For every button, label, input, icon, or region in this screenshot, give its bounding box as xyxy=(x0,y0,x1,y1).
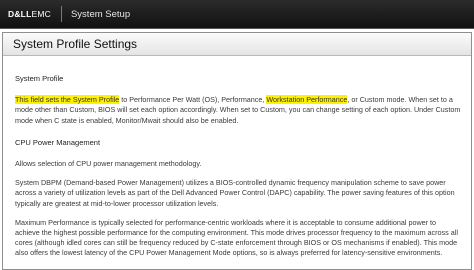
system-profile-text-1: to Performance Per Watt (OS), Performanc… xyxy=(119,95,267,105)
brand-emc-text: EMC xyxy=(31,9,51,19)
cpu-power-max-performance: Maximum Performance is typically selecte… xyxy=(15,217,458,258)
settings-panel: System Profile Settings System Profile T… xyxy=(2,32,472,270)
top-bar: D&LLEMC System Setup xyxy=(0,0,474,29)
cpu-power-dbpm: System DBPM (Demand-based Power Manageme… xyxy=(15,178,455,208)
highlight-workstation-performance: Workstation Performance xyxy=(266,95,348,105)
brand-dell-text: D&LL xyxy=(8,9,32,19)
dell-emc-logo: D&LLEMC xyxy=(8,9,51,19)
highlight-system-profile: This field sets the System Profile xyxy=(15,95,120,105)
page-title: System Profile Settings xyxy=(13,37,138,51)
system-profile-description: This field sets the System Profile to Pe… xyxy=(15,95,461,126)
app-title: System Setup xyxy=(70,8,131,20)
cpu-power-heading: CPU Power Management xyxy=(15,137,101,147)
panel-header: System Profile Settings xyxy=(3,33,471,56)
system-profile-heading: System Profile xyxy=(15,74,64,83)
header-divider xyxy=(60,6,62,22)
help-content: System Profile This field sets the Syste… xyxy=(3,56,471,259)
cpu-power-intro: Allows selection of CPU power management… xyxy=(15,159,202,169)
